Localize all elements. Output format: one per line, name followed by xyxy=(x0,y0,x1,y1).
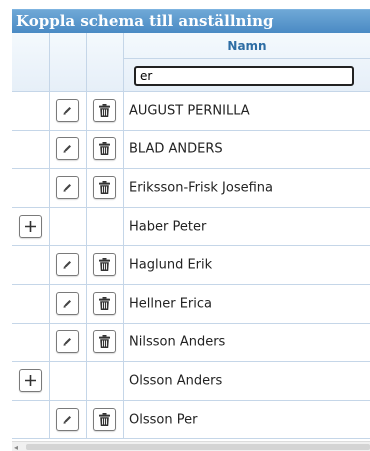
table-row: Olsson Per xyxy=(12,400,370,440)
edit-cell xyxy=(50,246,87,284)
grid-body: AUGUST PERNILLA BLAD ANDERS Eriksson-Frisk… xyxy=(12,92,370,440)
header-cell-add xyxy=(12,33,50,91)
column-header-name[interactable]: Namn xyxy=(124,33,370,59)
edit-cell xyxy=(50,400,87,439)
table-row: Haber Peter xyxy=(12,207,370,247)
employee-grid: Namn AUGUST PERNILLA BLAD ANDERS Eriksson-… xyxy=(12,33,370,440)
employee-name[interactable]: Eriksson-Frisk Josefina xyxy=(129,180,273,195)
dialog-title-bar: Koppla schema till anställning xyxy=(12,9,370,33)
delete-cell xyxy=(87,284,124,323)
delete-cell xyxy=(87,130,124,169)
table-row: Haglund Erik xyxy=(12,246,370,285)
add-cell xyxy=(12,362,50,400)
delete-button[interactable] xyxy=(93,137,116,161)
add-cell xyxy=(12,400,50,439)
edit-cell xyxy=(50,284,87,323)
name-filter-input[interactable] xyxy=(134,66,354,86)
grid-header: Namn xyxy=(12,33,370,92)
edit-button[interactable] xyxy=(56,253,79,277)
delete-button[interactable] xyxy=(93,98,116,122)
delete-button[interactable] xyxy=(93,253,116,277)
header-cell-edit xyxy=(50,33,87,91)
add-button[interactable] xyxy=(18,368,42,392)
scroll-left-icon[interactable]: ◂ xyxy=(14,443,18,451)
add-cell xyxy=(12,92,50,130)
name-cell: AUGUST PERNILLA xyxy=(124,92,370,130)
employee-name[interactable]: AUGUST PERNILLA xyxy=(129,103,250,118)
horizontal-scrollbar[interactable]: ◂ xyxy=(12,441,370,451)
table-row: Nilsson Anders xyxy=(12,323,370,363)
delete-cell xyxy=(87,207,124,246)
name-cell: Haber Peter xyxy=(124,208,370,246)
edit-cell xyxy=(50,130,87,169)
delete-cell xyxy=(87,92,124,130)
employee-name[interactable]: Hellner Erica xyxy=(129,296,212,311)
delete-button[interactable] xyxy=(93,175,116,199)
name-cell: Olsson Per xyxy=(124,401,370,439)
employee-name[interactable]: Olsson Per xyxy=(129,412,197,427)
delete-button[interactable] xyxy=(93,291,116,315)
employee-name[interactable]: BLAD ANDERS xyxy=(129,142,223,157)
table-row: Olsson Anders xyxy=(12,362,370,401)
add-cell xyxy=(12,207,50,246)
edit-cell xyxy=(50,92,87,130)
edit-button[interactable] xyxy=(56,407,79,431)
delete-cell xyxy=(87,169,124,207)
edit-cell xyxy=(50,169,87,207)
name-cell: Nilsson Anders xyxy=(124,324,370,362)
add-cell xyxy=(12,246,50,284)
edit-button[interactable] xyxy=(56,330,79,354)
name-cell: Haglund Erik xyxy=(124,246,370,284)
delete-cell xyxy=(87,323,124,362)
table-row: AUGUST PERNILLA xyxy=(12,92,370,131)
edit-cell xyxy=(50,362,87,400)
table-row: Hellner Erica xyxy=(12,284,370,324)
schedule-link-dialog: Koppla schema till anställning Namn AUGU… xyxy=(0,0,370,451)
delete-button[interactable] xyxy=(93,330,116,354)
employee-name[interactable]: Olsson Anders xyxy=(129,373,222,388)
add-cell xyxy=(12,284,50,323)
add-cell xyxy=(12,169,50,207)
add-cell xyxy=(12,130,50,169)
edit-button[interactable] xyxy=(56,175,79,199)
employee-name[interactable]: Nilsson Anders xyxy=(129,335,225,350)
delete-cell xyxy=(87,400,124,439)
edit-button[interactable] xyxy=(56,98,79,122)
add-button[interactable] xyxy=(18,214,42,238)
delete-button[interactable] xyxy=(93,407,116,431)
add-cell xyxy=(12,323,50,362)
header-cell-delete xyxy=(87,33,124,91)
table-row: Eriksson-Frisk Josefina xyxy=(12,169,370,208)
edit-button[interactable] xyxy=(56,291,79,315)
edit-cell xyxy=(50,207,87,246)
delete-cell xyxy=(87,362,124,400)
name-cell: BLAD ANDERS xyxy=(124,131,370,169)
table-row: BLAD ANDERS xyxy=(12,130,370,170)
dialog-title: Koppla schema till anställning xyxy=(16,12,274,30)
scrollbar-thumb[interactable] xyxy=(26,444,370,450)
delete-cell xyxy=(87,246,124,284)
edit-button[interactable] xyxy=(56,137,79,161)
employee-name[interactable]: Haglund Erik xyxy=(129,258,212,273)
name-cell: Eriksson-Frisk Josefina xyxy=(124,169,370,207)
edit-cell xyxy=(50,323,87,362)
employee-name[interactable]: Haber Peter xyxy=(129,219,206,234)
name-cell: Hellner Erica xyxy=(124,285,370,323)
name-cell: Olsson Anders xyxy=(124,362,370,400)
